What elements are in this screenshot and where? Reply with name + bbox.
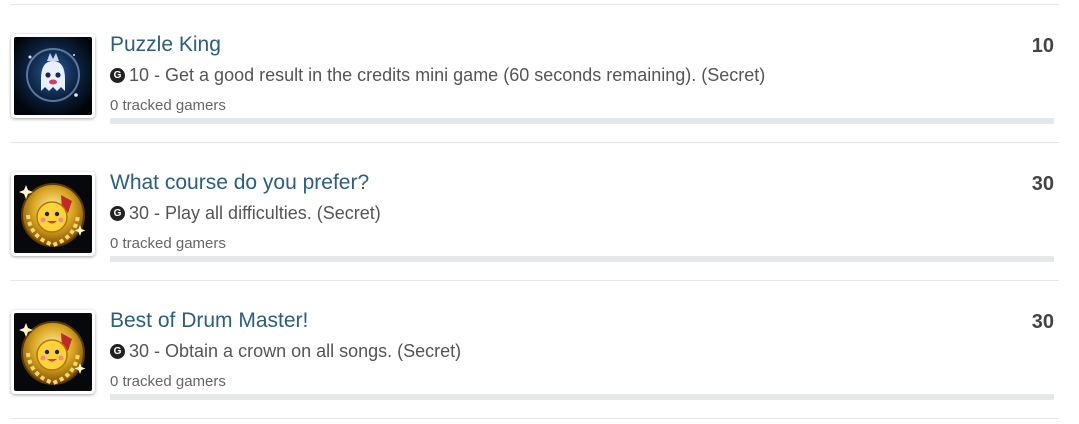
achievement-title[interactable]: Best of Drum Master! (110, 309, 308, 333)
tracked-gamers: 0 tracked gamers (110, 373, 226, 390)
progress-bar (110, 394, 1054, 400)
progress-bar (110, 118, 1054, 124)
achievement-thumbnail[interactable] (11, 34, 95, 118)
gamerscore-value: 30 (129, 203, 150, 223)
achievement-score: 30 (1031, 311, 1054, 333)
achievement-title[interactable]: Puzzle King (110, 33, 221, 57)
achievement-row: Best of Drum Master! 30 G 30 - Obtain a … (10, 281, 1059, 419)
gamerscore-value: 30 (129, 341, 150, 361)
achievement-thumbnail[interactable] (11, 310, 95, 394)
achievement-title[interactable]: What course do you prefer? (110, 171, 369, 195)
achievement-thumbnail[interactable] (11, 172, 95, 256)
drum-mascot-medal-icon (14, 313, 92, 391)
gamerscore-icon: G (110, 206, 125, 221)
achievement-score: 10 (1031, 35, 1054, 57)
achievement-description: G 30 - Play all difficulties. (Secret) (110, 203, 381, 224)
achievement-row: What course do you prefer? 30 G 30 - Pla… (10, 143, 1059, 281)
achievement-description: G 10 - Get a good result in the credits … (110, 65, 765, 86)
description-text: - Obtain a crown on all songs. (Secret) (149, 341, 462, 361)
achievement-row: Puzzle King 10 G 10 - Get a good result … (10, 5, 1059, 143)
achievement-description: G 30 - Obtain a crown on all songs. (Sec… (110, 341, 461, 362)
ghost-mascot-icon (14, 37, 92, 115)
gamerscore-value: 10 (129, 65, 150, 85)
description-text: - Get a good result in the credits mini … (149, 65, 766, 85)
tracked-gamers: 0 tracked gamers (110, 235, 226, 252)
progress-bar (110, 256, 1054, 262)
achievement-score: 30 (1031, 173, 1054, 195)
achievement-list: Puzzle King 10 G 10 - Get a good result … (10, 4, 1059, 419)
drum-mascot-medal-icon (14, 175, 92, 253)
tracked-gamers: 0 tracked gamers (110, 97, 226, 114)
description-text: - Play all difficulties. (Secret) (149, 203, 381, 223)
gamerscore-icon: G (110, 344, 125, 359)
gamerscore-icon: G (110, 68, 125, 83)
